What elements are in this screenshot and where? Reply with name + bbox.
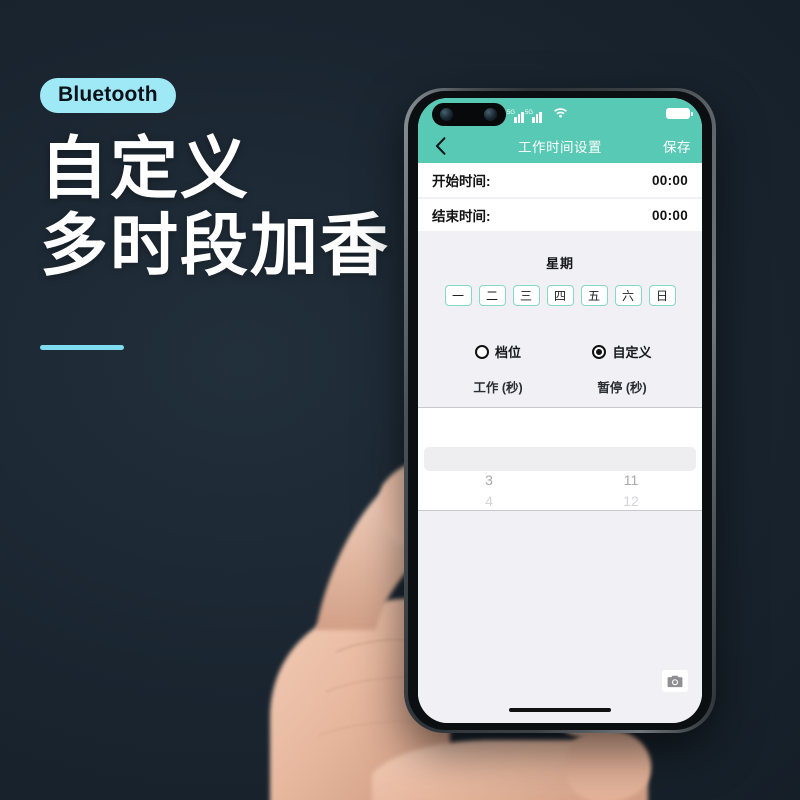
save-button[interactable]: 保存 [663, 136, 691, 156]
picker-work-next-1[interactable]: 3 [418, 470, 560, 491]
radio-label-gear: 档位 [494, 345, 521, 360]
weekday-button-sat[interactable]: 六 [614, 285, 642, 306]
weekday-buttons: 一 二 三 四 五 六 日 [418, 285, 702, 306]
weekday-button-wed[interactable]: 三 [512, 285, 540, 306]
status-icons: 5G 5G [507, 105, 568, 123]
radio-selected-icon[interactable] [592, 344, 607, 359]
weekday-label: 星期 [545, 256, 574, 271]
start-time-label: 开始时间: [432, 174, 491, 189]
weekday-button-sun[interactable]: 日 [648, 285, 676, 306]
pause-unit-label: 暂停 (秒) [597, 381, 647, 395]
headline-line-1: 自定义 [40, 131, 251, 207]
weekday-button-mon[interactable]: 一 [444, 285, 472, 306]
signal-label-2: 5G [525, 110, 534, 116]
mode-column-left: 档位 工作 (秒) [436, 342, 560, 396]
headline-line-2: 多时段加香 [40, 208, 391, 285]
wifi-icon [553, 105, 568, 123]
nav-title: 工作时间设置 [518, 140, 602, 155]
end-time-label: 结束时间: [432, 209, 491, 224]
accent-divider [40, 345, 124, 350]
work-unit-label: 工作 (秒) [473, 381, 523, 395]
start-time-row[interactable]: 开始时间: 00:00 [418, 163, 702, 197]
bluetooth-badge: Bluetooth [40, 78, 176, 113]
phone-mockup: 5G 5G 工作时间设置 保存 开始时间: 00:00 结束时间: 00:00 … [404, 88, 716, 733]
weekday-button-thu[interactable]: 四 [546, 285, 574, 306]
radio-option-gear[interactable]: 档位 [474, 342, 521, 361]
camera-icon [667, 675, 683, 687]
battery-full-icon [666, 108, 693, 119]
picker-work-next-2[interactable]: 4 [418, 491, 560, 510]
front-camera-cutout [432, 103, 506, 126]
front-camera-lens-right [484, 108, 497, 121]
app-navbar: 工作时间设置 保存 [418, 129, 702, 163]
picker-pause-next-1[interactable]: 11 [560, 470, 702, 491]
picker-pause-next-2[interactable]: 12 [560, 491, 702, 510]
phone-screen: 5G 5G 工作时间设置 保存 开始时间: 00:00 结束时间: 00:00 … [418, 98, 702, 723]
weekday-button-tue[interactable]: 二 [478, 285, 506, 306]
radio-label-custom: 自定义 [612, 345, 652, 360]
weekday-section: 星期 一 二 三 四 五 六 日 [418, 231, 702, 320]
status-bar: 5G 5G [418, 98, 702, 129]
mode-selector: 档位 工作 (秒) 自定义 暂停 (秒) [418, 342, 702, 396]
settings-content: 开始时间: 00:00 结束时间: 00:00 星期 一 二 三 四 五 六 日… [418, 163, 702, 723]
radio-unselected-icon[interactable] [474, 344, 489, 359]
signal-bars-icon-2: 5G [525, 110, 545, 123]
end-time-value: 00:00 [651, 207, 688, 223]
picker-selection-highlight [424, 447, 696, 471]
start-time-value: 00:00 [651, 172, 688, 188]
duration-picker[interactable]: 2 3 4 10 11 12 [418, 407, 702, 511]
promo-text-block: Bluetooth 自定义 多时段加香 [40, 78, 400, 282]
mode-column-right: 自定义 暂停 (秒) [560, 342, 684, 396]
promo-banner: Bluetooth 自定义 多时段加香 5G 5G 工作时间设置 保存 开始时间… [0, 0, 800, 800]
front-camera-lens-left [440, 108, 453, 121]
signal-label-1: 5G [507, 110, 516, 116]
home-indicator[interactable] [509, 708, 611, 712]
end-time-row[interactable]: 结束时间: 00:00 [418, 197, 702, 231]
page-title: 自定义 多时段加香 [40, 134, 400, 285]
radio-option-custom[interactable]: 自定义 [592, 342, 652, 361]
weekday-button-fri[interactable]: 五 [580, 285, 608, 306]
camera-button[interactable] [662, 670, 688, 692]
